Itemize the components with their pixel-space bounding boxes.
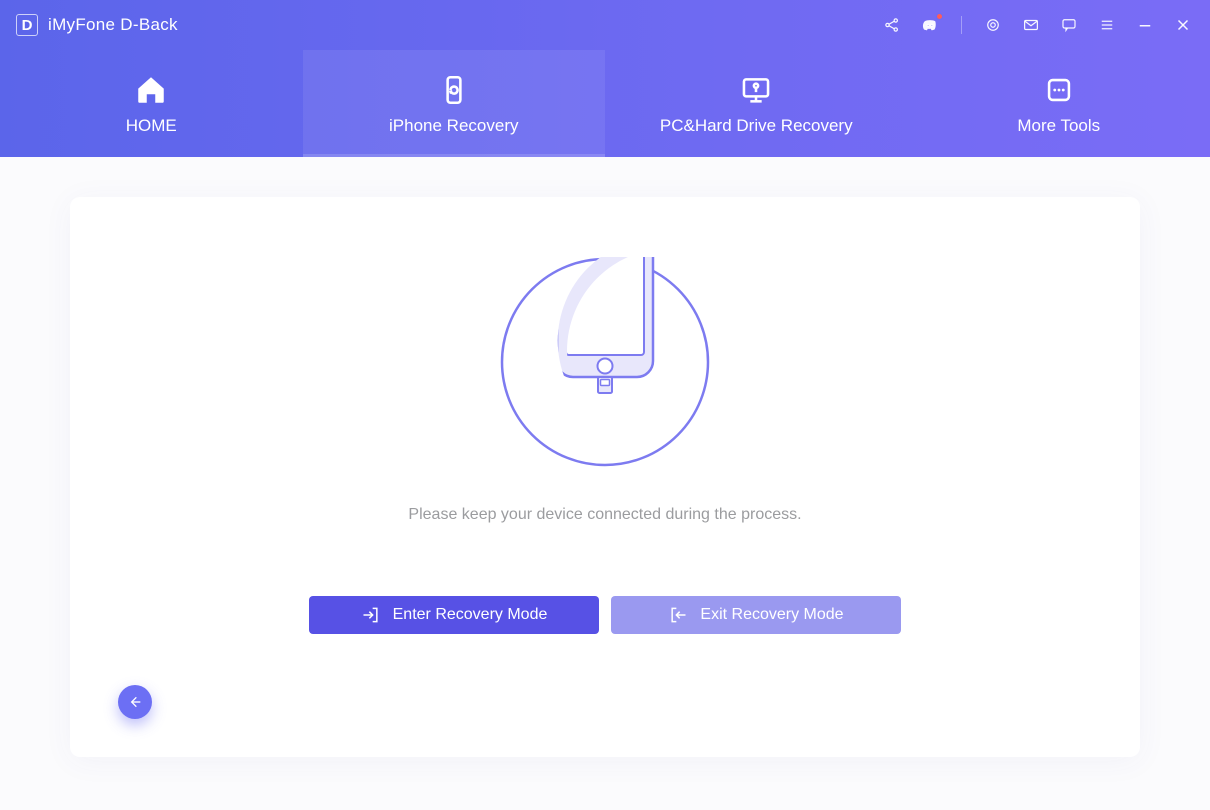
menu-icon[interactable] bbox=[1096, 14, 1118, 36]
main-area: Please keep your device connected during… bbox=[0, 157, 1210, 810]
exit-icon bbox=[668, 605, 688, 625]
titlebar: D iMyFone D-Back bbox=[0, 0, 1210, 50]
enter-recovery-mode-button[interactable]: Enter Recovery Mode bbox=[309, 596, 599, 634]
app-logo: D bbox=[16, 14, 38, 36]
home-icon bbox=[133, 72, 169, 108]
share-icon[interactable] bbox=[881, 14, 903, 36]
app-title: iMyFone D-Back bbox=[48, 15, 178, 35]
button-row: Enter Recovery Mode Exit Recovery Mode bbox=[309, 596, 901, 634]
tab-pc-recovery-label: PC&Hard Drive Recovery bbox=[660, 116, 853, 136]
minimize-button[interactable] bbox=[1134, 14, 1156, 36]
mail-icon[interactable] bbox=[1020, 14, 1042, 36]
tab-home[interactable]: HOME bbox=[0, 50, 303, 157]
titlebar-divider bbox=[961, 16, 962, 34]
community-icon[interactable] bbox=[919, 14, 941, 36]
enter-recovery-mode-label: Enter Recovery Mode bbox=[393, 606, 548, 624]
device-connected-illustration bbox=[500, 257, 710, 472]
tab-more-tools[interactable]: More Tools bbox=[908, 50, 1210, 157]
exit-recovery-mode-button[interactable]: Exit Recovery Mode bbox=[611, 596, 901, 634]
phone-refresh-icon bbox=[436, 72, 472, 108]
tabbar: HOME iPhone Recovery PC&Hard Drive Recov… bbox=[0, 50, 1210, 157]
exit-recovery-mode-label: Exit Recovery Mode bbox=[700, 606, 843, 624]
back-button[interactable] bbox=[118, 685, 152, 719]
close-button[interactable] bbox=[1172, 14, 1194, 36]
tab-pc-recovery[interactable]: PC&Hard Drive Recovery bbox=[605, 50, 908, 157]
more-tools-icon bbox=[1041, 72, 1077, 108]
feedback-icon[interactable] bbox=[1058, 14, 1080, 36]
tab-iphone-recovery[interactable]: iPhone Recovery bbox=[303, 50, 606, 157]
instruction-text: Please keep your device connected during… bbox=[408, 506, 801, 524]
enter-icon bbox=[361, 605, 381, 625]
tab-iphone-recovery-label: iPhone Recovery bbox=[389, 116, 518, 136]
tab-home-label: HOME bbox=[126, 116, 177, 136]
tab-more-tools-label: More Tools bbox=[1017, 116, 1100, 136]
content-card: Please keep your device connected during… bbox=[70, 197, 1140, 757]
app-logo-letter: D bbox=[22, 17, 33, 34]
monitor-key-icon bbox=[738, 72, 774, 108]
settings-icon[interactable] bbox=[982, 14, 1004, 36]
